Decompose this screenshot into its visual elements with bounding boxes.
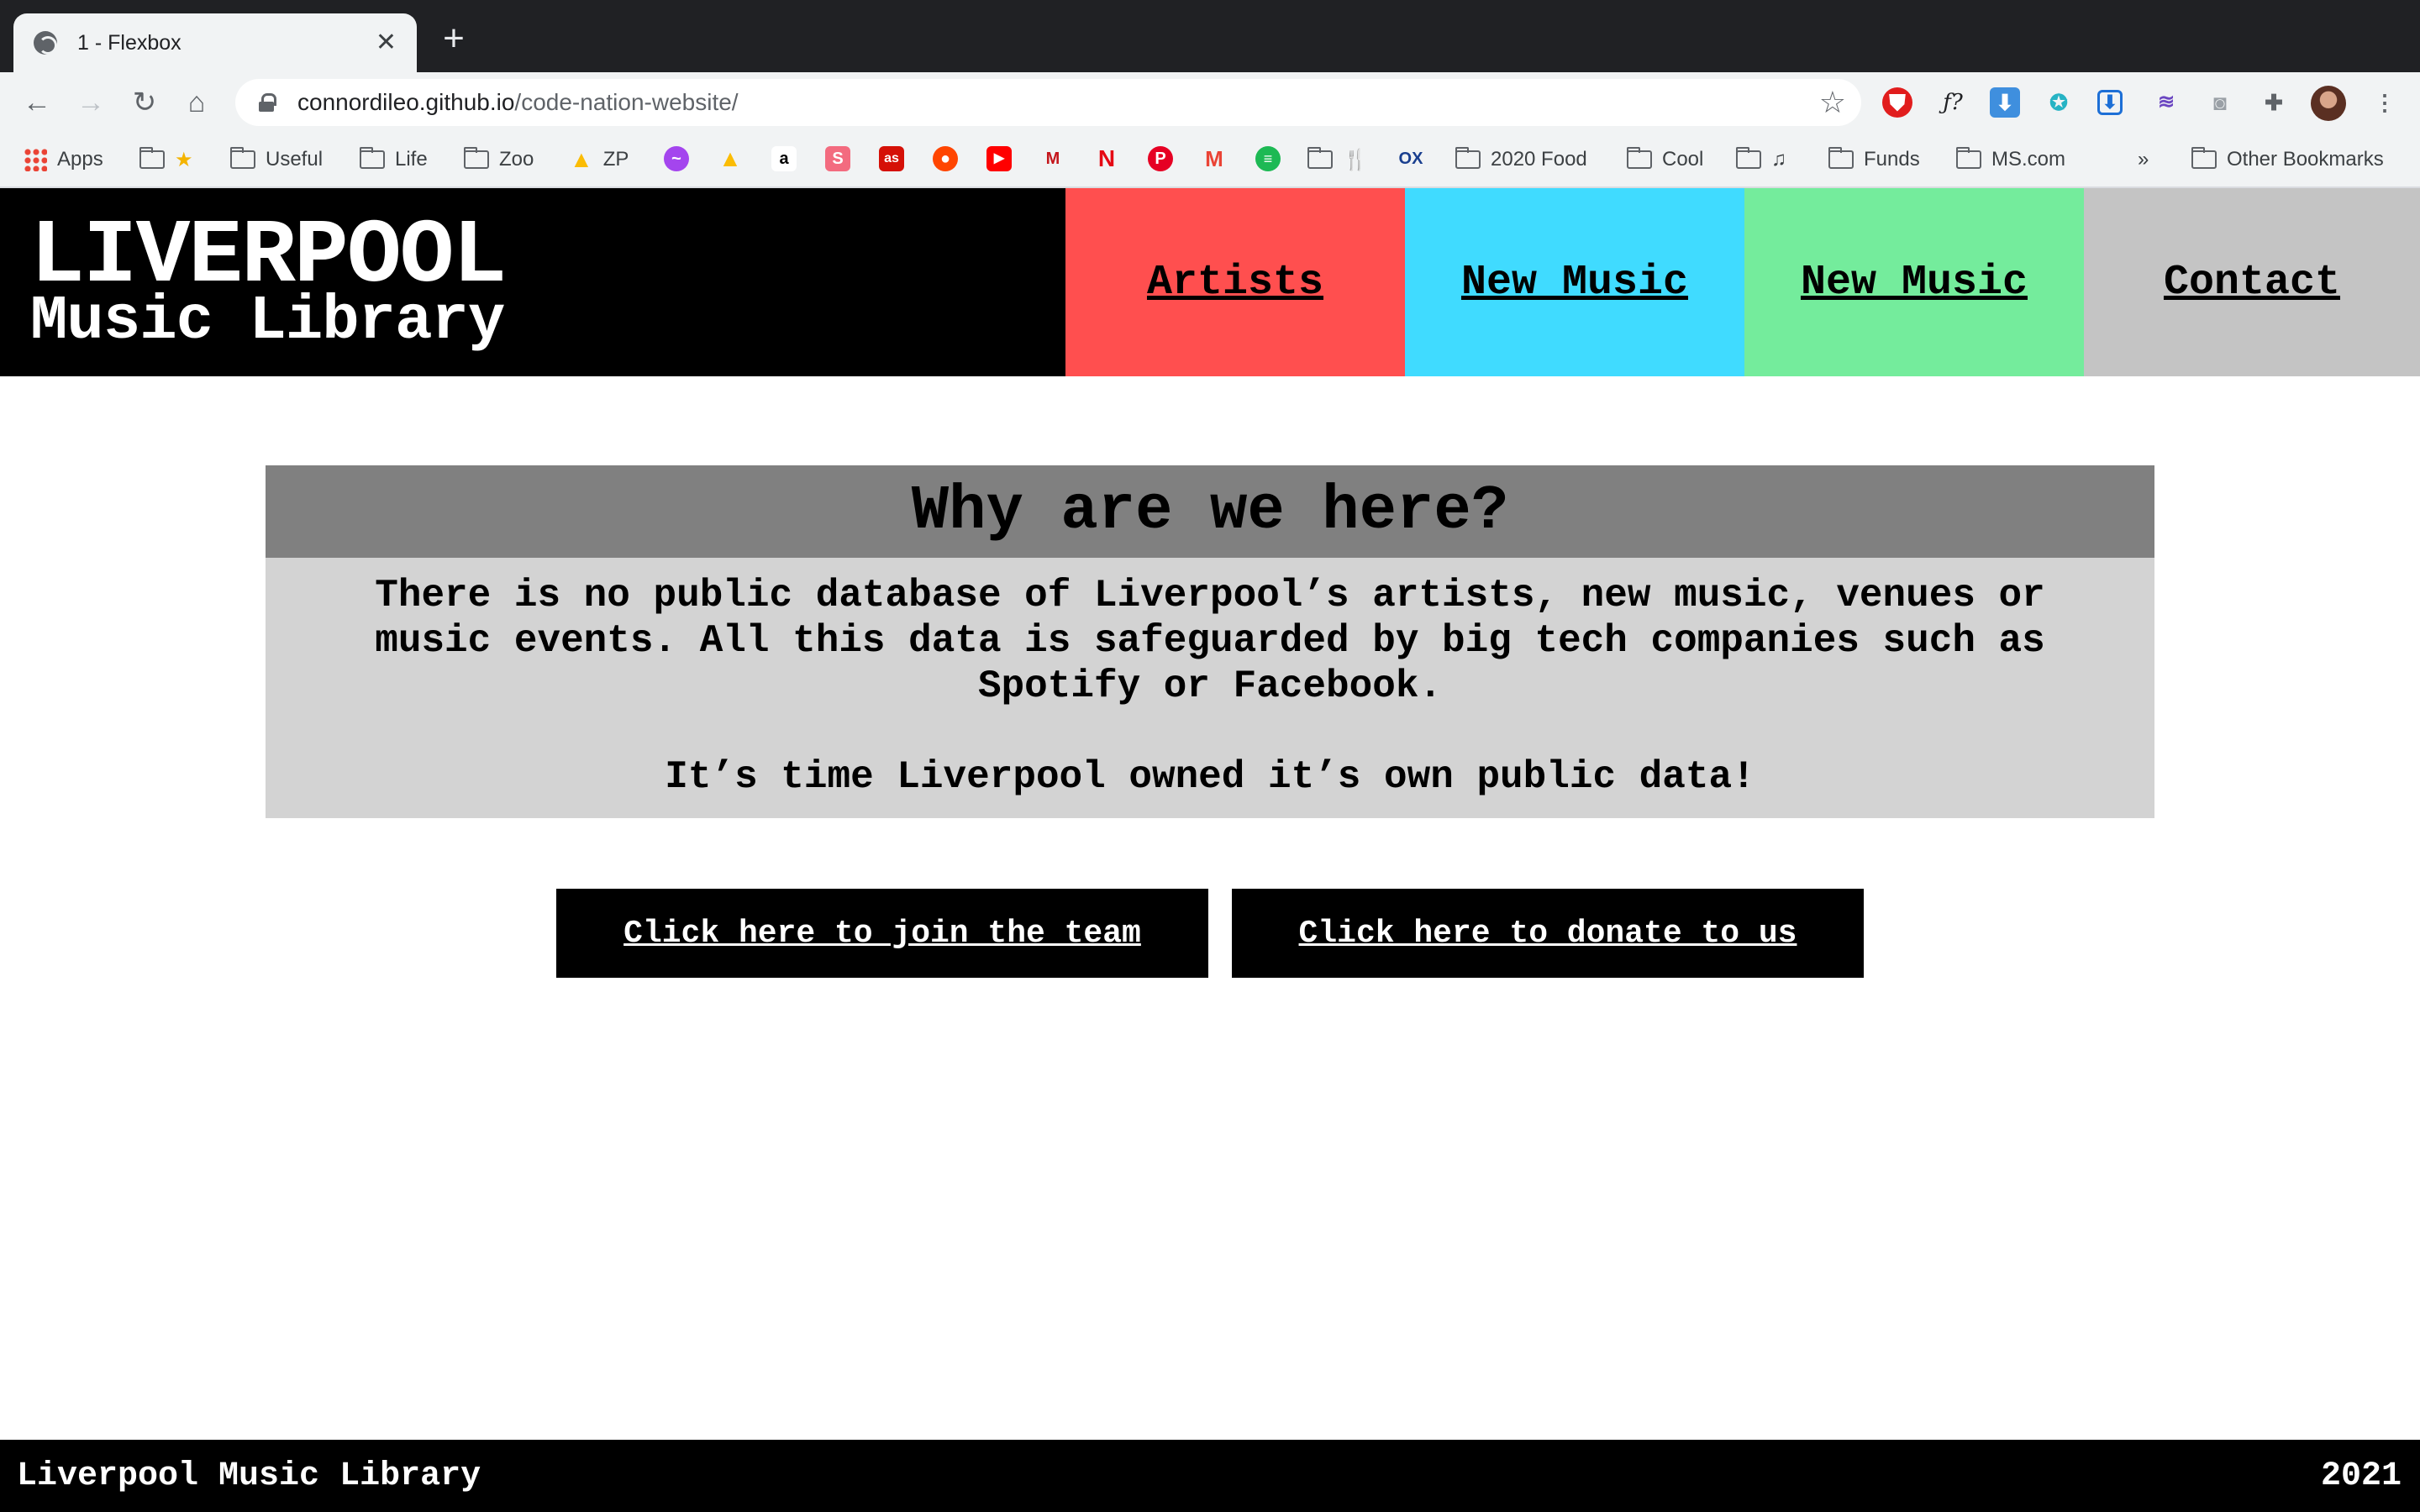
extension-hex-icon[interactable]: ✪ xyxy=(2044,87,2074,118)
folder-icon xyxy=(1956,147,1981,169)
donate-button[interactable]: Click here to donate to us xyxy=(1232,889,1864,978)
bookmark-folder-utensils[interactable]: 🍴 xyxy=(1307,144,1368,175)
new-tab-button[interactable]: + xyxy=(437,20,471,57)
google-drive-icon: ▲ xyxy=(570,146,593,172)
spotify-icon[interactable]: ≡ xyxy=(1255,146,1281,171)
nav-new-music[interactable]: New Music xyxy=(1405,188,1744,376)
why-heading: Why are we here? xyxy=(266,465,2154,558)
site-logo: LIVERPOOL Music Library xyxy=(30,212,507,357)
ox-icon[interactable]: OX xyxy=(1398,146,1423,171)
save-download-icon[interactable]: ⬇ xyxy=(2097,90,2123,115)
folder-icon xyxy=(2191,147,2217,169)
nav-new-music-2[interactable]: New Music xyxy=(1744,188,2084,376)
site-footer: Liverpool Music Library 2021 xyxy=(0,1440,2420,1512)
bookmarks-bar: Apps ★ Useful Life Zoo ▲ ZP ~ ▲ a S as ●… xyxy=(0,133,2420,188)
folder-icon xyxy=(1307,147,1333,169)
bookmark-zp[interactable]: ▲ ZP xyxy=(570,144,629,175)
why-section: Why are we here? There is no public data… xyxy=(266,465,2154,818)
extensions-puzzle-icon[interactable]: ✚ xyxy=(2259,87,2289,118)
bookmark-folder-2020-food[interactable]: 2020 Food xyxy=(1455,144,1587,175)
folder-icon xyxy=(139,147,165,169)
bookmark-folder-zoo[interactable]: Zoo xyxy=(464,144,534,175)
gmail-icon[interactable]: M xyxy=(1202,146,1227,171)
download-icon[interactable]: ⬇ xyxy=(1990,87,2020,118)
lock-icon[interactable] xyxy=(259,93,276,112)
ublock-icon[interactable]: ⛊ xyxy=(1882,87,1912,118)
pinterest-icon[interactable]: P xyxy=(1148,146,1173,171)
bookmark-folder-cool[interactable]: Cool xyxy=(1627,144,1703,175)
bookmarks-overflow-button[interactable]: » xyxy=(2138,144,2149,175)
folder-icon xyxy=(464,147,489,169)
join-team-button[interactable]: Click here to join the team xyxy=(556,889,1208,978)
folder-icon xyxy=(1828,147,1854,169)
folder-icon xyxy=(1736,147,1761,169)
youtube-icon[interactable]: ▶ xyxy=(986,146,1012,171)
browser-tab[interactable]: 1 - Flexbox ✕ xyxy=(13,13,417,72)
messenger-icon[interactable]: ~ xyxy=(664,146,689,171)
url-host: connordileo.github.io xyxy=(297,89,515,115)
bookmark-apps[interactable]: Apps xyxy=(24,144,103,175)
nav-artists[interactable]: Artists xyxy=(1065,188,1405,376)
star-icon: ★ xyxy=(175,148,193,171)
bookmark-folder-useful[interactable]: Useful xyxy=(230,144,323,175)
address-bar[interactable]: connordileo.github.io/code-nation-websit… xyxy=(235,79,1861,126)
nav-contact[interactable]: Contact xyxy=(2084,188,2420,376)
profile-avatar[interactable] xyxy=(2311,86,2346,121)
footer-year: 2021 xyxy=(2320,1457,2402,1495)
why-paragraph-2: It’s time Liverpool owned it’s own publi… xyxy=(665,755,1755,799)
tab-title: 1 - Flexbox xyxy=(77,30,182,55)
web-page: LIVERPOOL Music Library Artists New Musi… xyxy=(0,188,2420,1512)
footer-name: Liverpool Music Library xyxy=(17,1457,481,1495)
bookmark-folder-star[interactable]: ★ xyxy=(139,144,193,175)
folder-icon xyxy=(360,147,385,169)
why-paragraph-1: There is no public database of Liverpool… xyxy=(375,574,2045,708)
url-path: /code-nation-website/ xyxy=(514,89,739,115)
bookmark-folder-life[interactable]: Life xyxy=(360,144,428,175)
amazon-icon[interactable]: a xyxy=(771,146,797,171)
bookmark-folder-music[interactable]: ♫ xyxy=(1736,144,1786,175)
bookmark-m-icon[interactable]: M xyxy=(1040,146,1065,171)
back-icon[interactable]: ← xyxy=(18,84,55,121)
lastfm-icon[interactable]: as xyxy=(879,146,904,171)
home-icon[interactable]: ⌂ xyxy=(178,84,215,121)
font-finder-icon[interactable]: ƒ? xyxy=(1938,87,1968,118)
folder-icon xyxy=(1455,147,1481,169)
reload-icon[interactable]: ↻ xyxy=(126,84,163,121)
browser-toolbar: ← → ↻ ⌂ connordileo.github.io/code-natio… xyxy=(0,72,2420,133)
bookmark-star-icon[interactable]: ☆ xyxy=(1819,86,1846,119)
bookmark-folder-other[interactable]: Other Bookmarks xyxy=(2191,144,2384,175)
menu-kebab-icon[interactable]: ⋮ xyxy=(2370,87,2400,118)
music-note-icon: ♫ xyxy=(1771,148,1786,171)
close-tab-icon[interactable]: ✕ xyxy=(376,30,397,55)
google-drive-icon[interactable]: ▲ xyxy=(718,146,743,171)
bookmark-folder-funds[interactable]: Funds xyxy=(1828,144,1920,175)
forward-icon[interactable]: → xyxy=(72,84,109,121)
globe-icon xyxy=(34,31,57,55)
netflix-icon[interactable]: N xyxy=(1094,146,1119,171)
reddit-icon[interactable]: ● xyxy=(933,146,958,171)
logo-line-2: Music Library xyxy=(30,286,505,357)
folder-icon xyxy=(1627,147,1652,169)
apps-grid-icon xyxy=(24,148,47,171)
folder-icon xyxy=(230,147,255,169)
bookmark-s-icon[interactable]: S xyxy=(825,146,850,171)
link-extension-icon[interactable]: ≋ xyxy=(2151,87,2181,118)
site-header: LIVERPOOL Music Library Artists New Musi… xyxy=(0,188,2420,376)
utensils-icon: 🍴 xyxy=(1343,148,1368,171)
bookmark-folder-ms[interactable]: MS.com xyxy=(1956,144,2065,175)
tab-strip: 1 - Flexbox ✕ + xyxy=(0,0,2420,72)
why-body: There is no public database of Liverpool… xyxy=(266,558,2154,800)
camera-icon[interactable]: ◙ xyxy=(2205,87,2235,118)
